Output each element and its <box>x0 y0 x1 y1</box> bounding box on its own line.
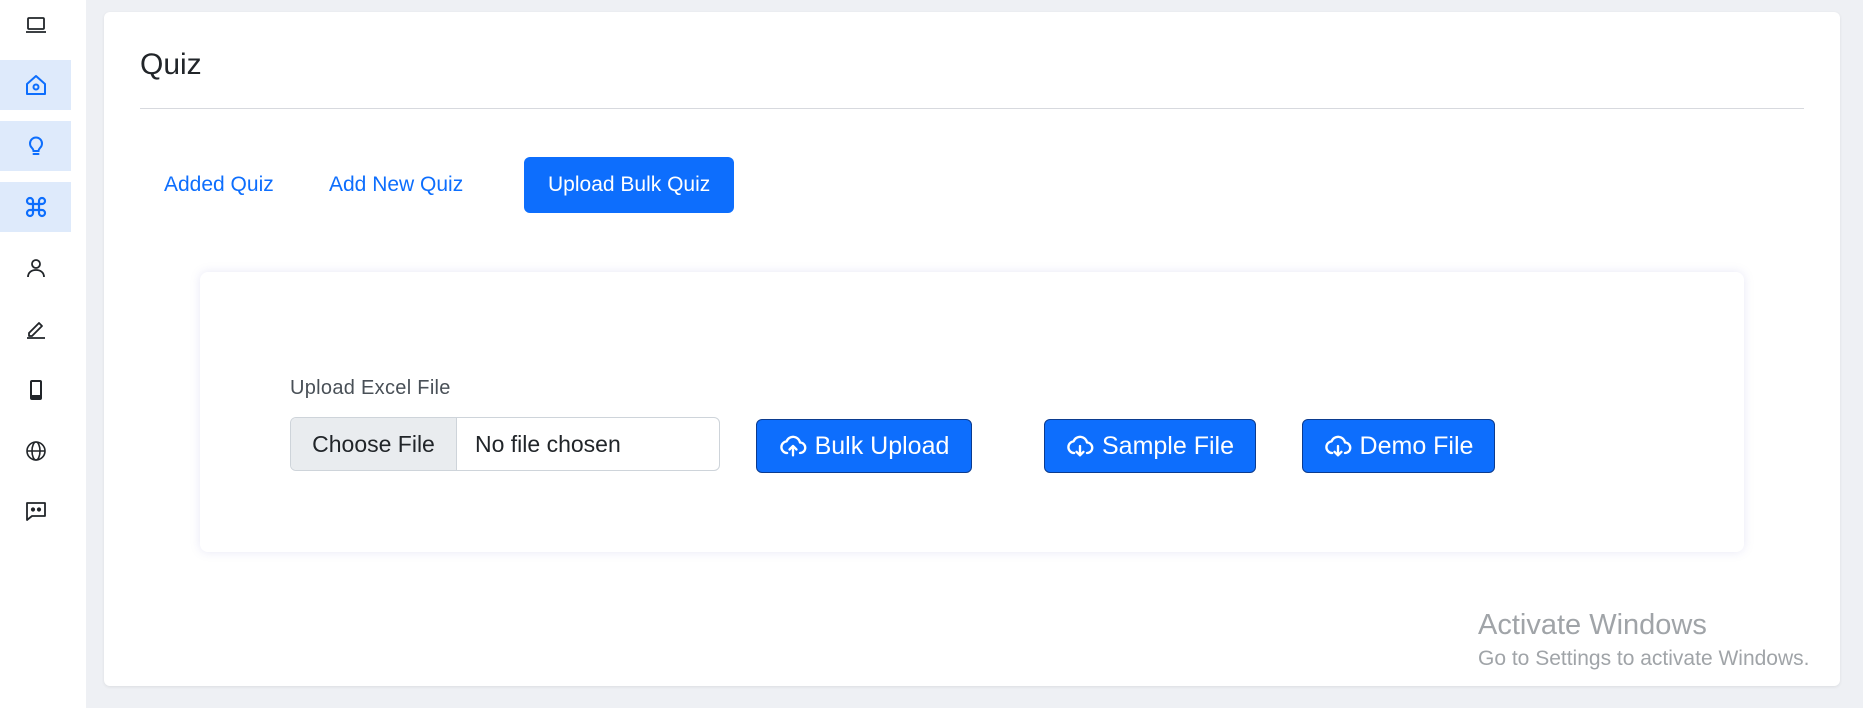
file-status-text: No file chosen <box>475 430 621 457</box>
bulk-upload-label: Bulk Upload <box>814 431 950 460</box>
upload-excel-label: Upload Excel File <box>290 377 451 399</box>
main-card: Quiz Added Quiz Add New Quiz Upload Bulk… <box>104 12 1840 686</box>
tab-add-new-quiz[interactable]: Add New Quiz <box>305 157 487 213</box>
tab-added-quiz[interactable]: Added Quiz <box>140 157 298 213</box>
cloud-download-icon <box>1067 435 1094 457</box>
page-title: Quiz <box>140 48 202 81</box>
sidebar-item-messages[interactable] <box>0 486 71 536</box>
demo-file-button[interactable]: Demo File <box>1302 419 1495 473</box>
command-icon <box>25 196 46 218</box>
globe-icon <box>25 441 46 461</box>
sidebar-item-phone[interactable] <box>0 365 71 415</box>
sidebar <box>0 0 86 708</box>
choose-file-button[interactable]: Choose File <box>291 418 457 470</box>
lightbulb-icon <box>28 136 43 155</box>
sidebar-item-home[interactable] <box>0 60 71 110</box>
watermark-title: Activate Windows <box>1478 609 1707 641</box>
phone-icon <box>29 380 42 400</box>
sidebar-item-command[interactable] <box>0 182 71 232</box>
bulk-upload-button[interactable]: Bulk Upload <box>756 419 972 473</box>
home-icon <box>25 75 46 95</box>
sidebar-item-ideas[interactable] <box>0 121 71 171</box>
excel-file-input[interactable]: Choose File No file chosen <box>290 417 720 471</box>
cloud-download-icon <box>1324 435 1351 457</box>
cloud-upload-icon <box>779 435 806 457</box>
sidebar-item-laptop[interactable] <box>0 0 71 50</box>
chat-icon <box>25 502 46 521</box>
watermark-subtitle: Go to Settings to activate Windows. <box>1478 647 1810 670</box>
laptop-icon <box>25 17 46 33</box>
sidebar-item-profile[interactable] <box>0 243 71 293</box>
sample-file-label: Sample File <box>1102 431 1234 460</box>
sidebar-item-edit[interactable] <box>0 304 71 354</box>
sidebar-item-language[interactable] <box>0 426 71 476</box>
title-divider <box>140 108 1804 109</box>
pencil-icon <box>26 322 45 339</box>
activate-windows-watermark: Activate Windows Go to Settings to activ… <box>1478 608 1810 674</box>
person-icon <box>26 259 45 278</box>
tab-upload-bulk-quiz[interactable]: Upload Bulk Quiz <box>524 157 735 213</box>
demo-file-label: Demo File <box>1359 431 1474 460</box>
sample-file-button[interactable]: Sample File <box>1044 419 1256 473</box>
upload-card: Upload Excel File Choose File No file ch… <box>200 272 1744 552</box>
